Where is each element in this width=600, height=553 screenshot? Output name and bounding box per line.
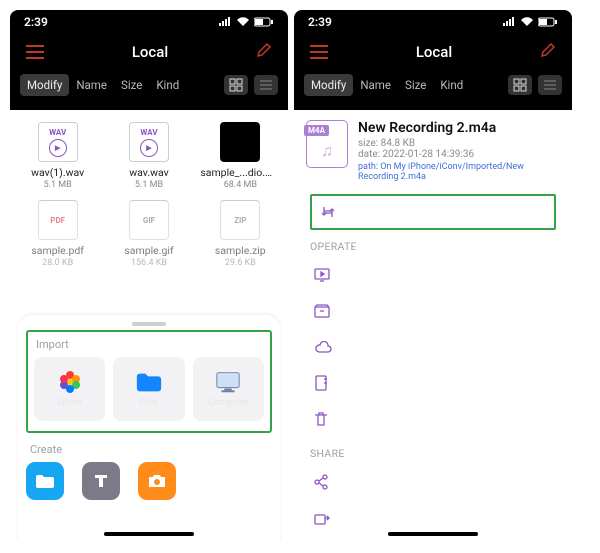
file-item[interactable]: sample_...dio.mov 68.4 MB [197, 122, 284, 190]
convert-button[interactable] [310, 194, 556, 230]
file-name: wav(1).wav [31, 166, 84, 179]
import-label: Import [36, 338, 264, 351]
import-album-tile[interactable]: Album [34, 357, 105, 421]
section-share: SHARE [310, 447, 560, 460]
file-path: path: On My iPhone/iConv/Imported/New Re… [358, 162, 560, 182]
folder-icon [35, 473, 55, 489]
home-indicator[interactable] [104, 532, 194, 536]
share-export-row[interactable] [306, 500, 560, 536]
rename-icon [314, 375, 328, 391]
tile-label: Files [140, 398, 159, 408]
import-section: Import [26, 330, 272, 433]
sort-modify[interactable]: Modify [20, 74, 69, 96]
sort-bar: Modify Name Size Kind [294, 70, 572, 110]
bottom-sheet: Import [18, 315, 280, 540]
nav-title: Local [416, 43, 452, 61]
section-operate: OPERATE [310, 240, 560, 253]
layout-list-icon[interactable] [254, 75, 278, 95]
file-date: date: 2022-01-28 14:39:36 [358, 149, 560, 160]
sort-size[interactable]: Size [114, 74, 149, 96]
import-computer-tile[interactable]: Computer [193, 357, 264, 421]
operate-icloud-row[interactable] [306, 329, 560, 365]
operate-rename-row[interactable] [306, 365, 560, 401]
operate-play-row[interactable] [306, 257, 560, 293]
layout-grid-icon[interactable] [508, 75, 532, 95]
status-time: 2:39 [24, 15, 48, 29]
phone-left: 2:39 Local Modify Name Size Kind [10, 10, 288, 540]
file-type-label: M4A [304, 125, 329, 136]
file-item[interactable]: WAV▶ wav(1).wav 5.1 MB [14, 122, 101, 190]
import-files-tile[interactable]: Files [113, 357, 184, 421]
create-text-button[interactable] [82, 462, 120, 500]
menu-icon[interactable] [310, 45, 328, 59]
sort-name[interactable]: Name [353, 74, 398, 96]
menu-icon[interactable] [26, 45, 44, 59]
file-name: sample_...dio.mov [200, 166, 280, 179]
file-type-badge: M4A ♫ [306, 120, 348, 168]
archive-icon [314, 304, 330, 318]
create-camera-button[interactable] [138, 462, 176, 500]
edit-icon[interactable] [540, 42, 556, 62]
share-icon [314, 474, 328, 490]
file-size: 5.1 MB [44, 180, 72, 190]
file-item[interactable]: WAV▶ wav.wav 5.1 MB [105, 122, 192, 190]
sort-name[interactable]: Name [69, 74, 114, 96]
create-folder-button[interactable] [26, 462, 64, 500]
edit-icon[interactable] [256, 42, 272, 62]
share-native-row[interactable] [306, 464, 560, 500]
file-name: wav.wav [129, 166, 168, 179]
tile-label: Album [57, 398, 83, 408]
convert-icon [320, 204, 336, 220]
operate-zip-row[interactable] [306, 293, 560, 329]
status-bar: 2:39 [10, 10, 288, 34]
folder-icon [135, 370, 163, 394]
music-note-icon: ♫ [321, 141, 333, 161]
sort-size[interactable]: Size [398, 74, 433, 96]
nav-bar: Local [10, 34, 288, 70]
layout-list-icon[interactable] [538, 75, 562, 95]
camera-icon [147, 473, 167, 489]
export-icon [314, 511, 330, 525]
sort-modify[interactable]: Modify [304, 74, 353, 96]
status-time: 2:39 [308, 15, 332, 29]
computer-icon [214, 370, 242, 394]
status-icons [502, 17, 558, 27]
text-icon [92, 472, 110, 490]
trash-icon [314, 411, 328, 427]
status-icons [218, 17, 274, 27]
nav-title: Local [132, 43, 168, 61]
operate-delete-row[interactable] [306, 401, 560, 437]
sort-kind[interactable]: Kind [149, 74, 186, 96]
phone-right: 2:39 Local Modify Name Size Kind [294, 10, 572, 540]
home-indicator[interactable] [388, 532, 478, 536]
file-size: 5.1 MB [135, 180, 163, 190]
file-detail: M4A ♫ New Recording 2.m4a size: 84.8 KB … [294, 110, 572, 540]
file-name: New Recording 2.m4a [358, 120, 560, 136]
sort-kind[interactable]: Kind [433, 74, 470, 96]
sort-bar: Modify Name Size Kind [10, 70, 288, 110]
file-size: 68.4 MB [224, 180, 257, 190]
tile-label: Computer [208, 398, 248, 408]
file-size: size: 84.8 KB [358, 138, 560, 149]
nav-bar: Local [294, 34, 572, 70]
layout-grid-icon[interactable] [224, 75, 248, 95]
cloud-icon [314, 341, 332, 353]
sheet-handle[interactable] [132, 322, 166, 326]
create-label: Create [30, 443, 280, 456]
status-bar: 2:39 [294, 10, 572, 34]
flower-icon [56, 370, 84, 394]
play-screen-icon [314, 268, 330, 282]
